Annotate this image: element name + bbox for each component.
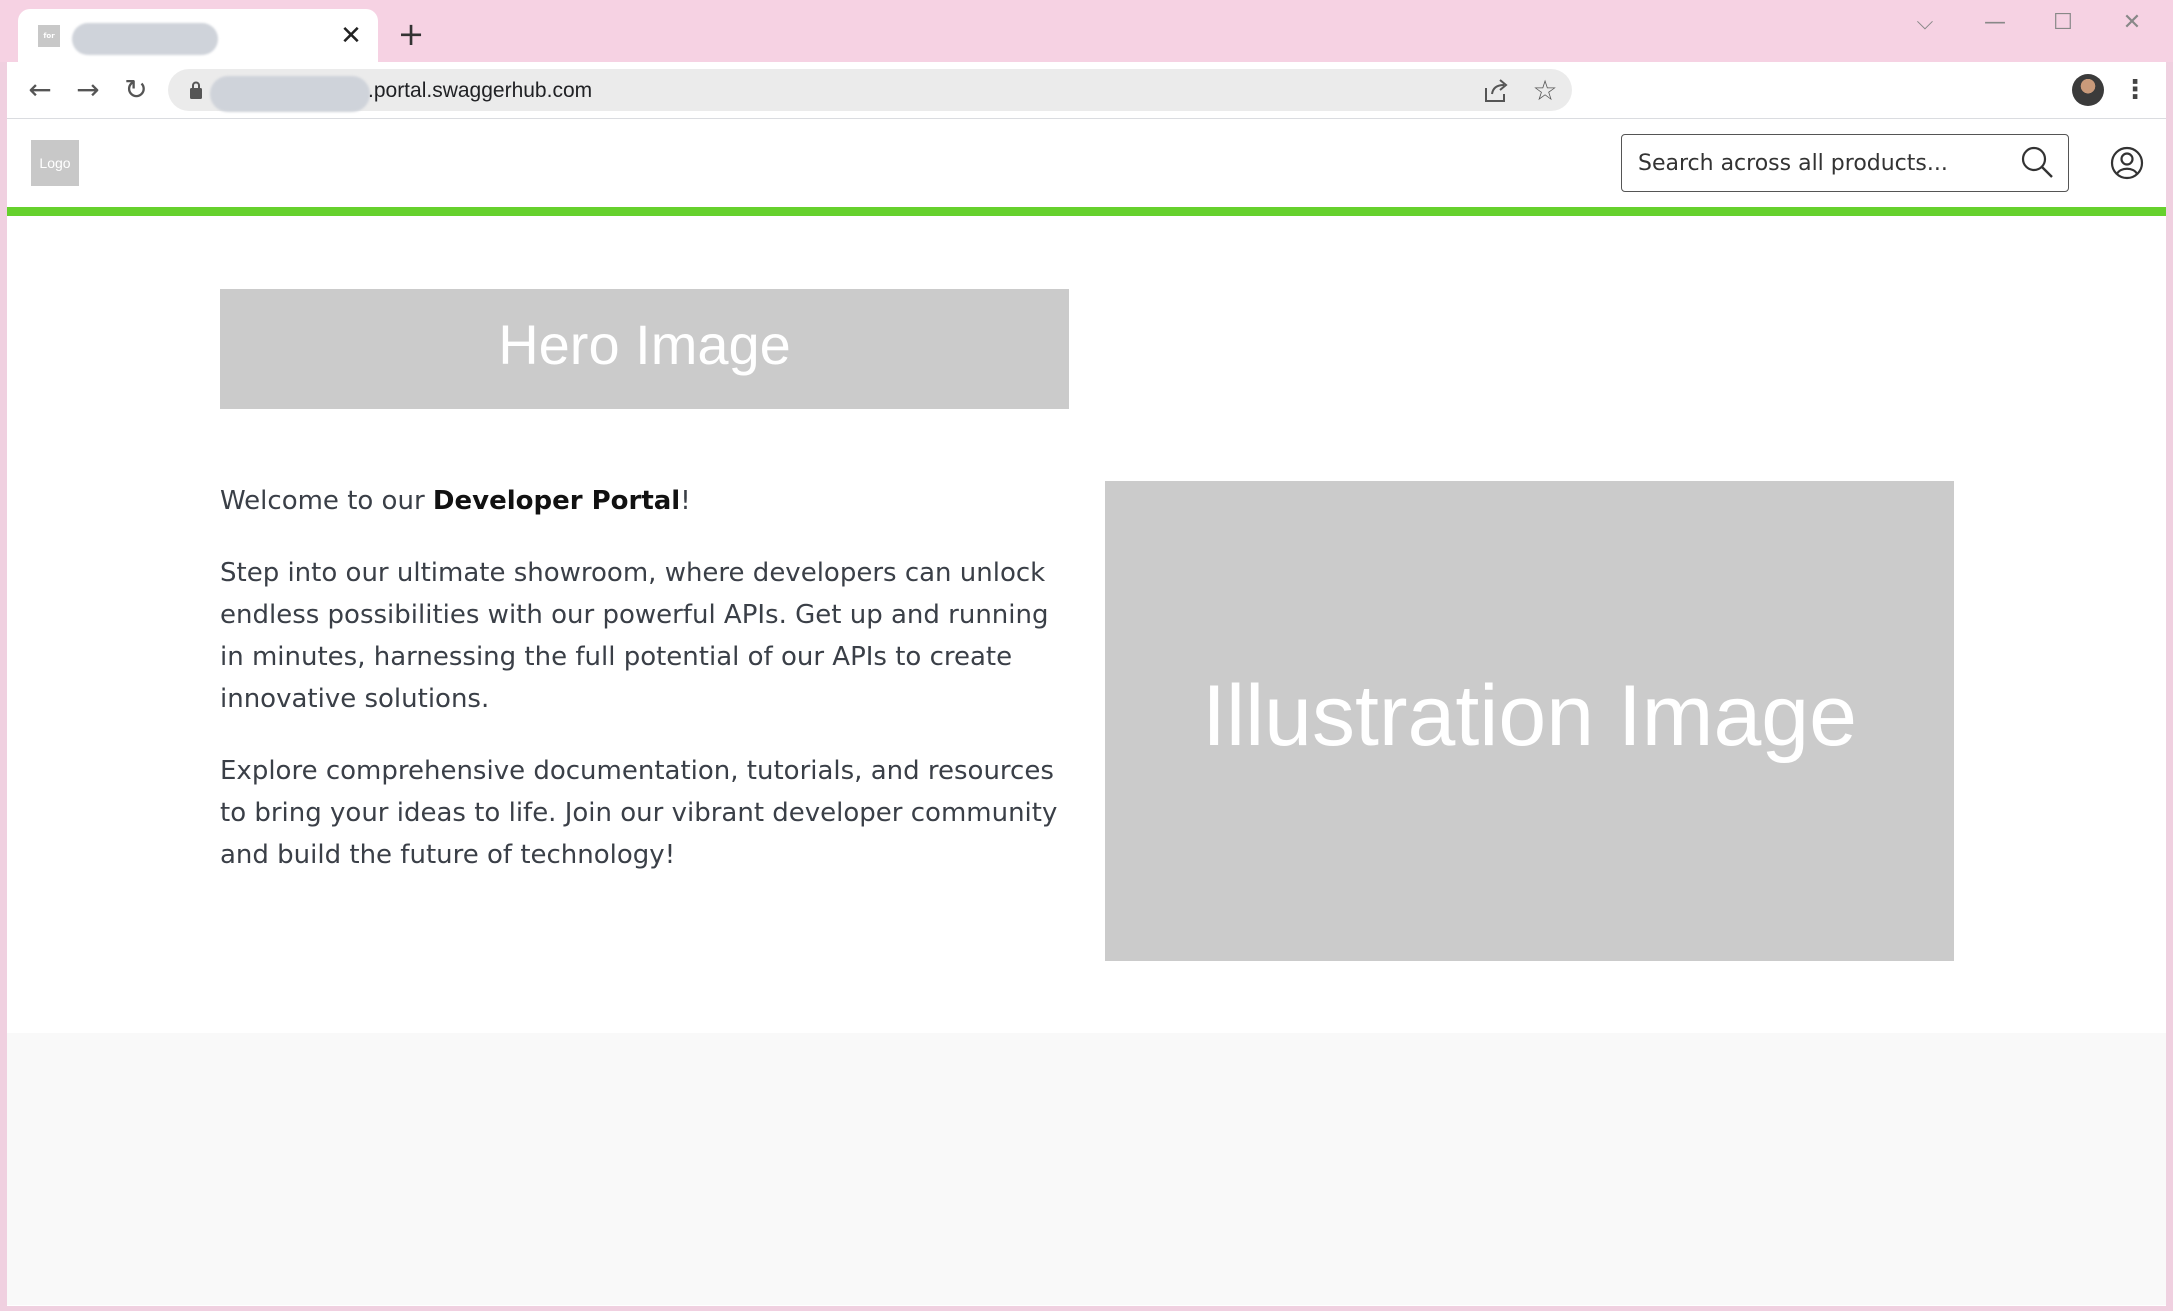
search-input[interactable] (1638, 146, 2008, 180)
intro-paragraph-1: Step into our ultimate showroom, where d… (220, 558, 1049, 714)
tab-close-icon[interactable]: ✕ (338, 23, 364, 49)
tab-favicon-icon: for (38, 25, 60, 47)
browser-tab[interactable]: for ✕ (18, 9, 378, 63)
profile-avatar[interactable] (2072, 74, 2104, 106)
bookmark-star-icon[interactable]: ☆ (1530, 76, 1560, 106)
illustration-image: Illustration Image (1105, 481, 1954, 961)
maximize-button[interactable]: ☐ (2043, 6, 2083, 40)
url-text[interactable]: .portal.swaggerhub.com (368, 77, 592, 105)
lock-icon (190, 81, 202, 99)
reload-button[interactable]: ↻ (118, 72, 154, 108)
forward-button[interactable]: → (70, 72, 106, 108)
minimize-button[interactable]: — (1975, 6, 2015, 40)
close-window-button[interactable]: ✕ (2112, 6, 2152, 40)
footer-area (7, 1033, 2166, 1305)
menu-dots-icon[interactable]: ⋮ (2122, 74, 2148, 106)
tab-title-redacted (72, 23, 218, 55)
header-accent-bar (7, 207, 2166, 216)
welcome-line: Welcome to our Developer Portal! (220, 486, 691, 516)
portal-name: Developer Portal (432, 486, 681, 516)
tab-search-dropdown-icon[interactable]: ⌵ (1905, 6, 1945, 40)
intro-paragraph-2: Explore comprehensive documentation, tut… (220, 756, 1058, 870)
site-logo[interactable]: Logo (31, 140, 79, 186)
intro-text: Welcome to our Developer Portal! Step in… (220, 480, 1070, 906)
back-button[interactable]: ← (22, 72, 58, 108)
url-redacted (210, 76, 370, 112)
search-icon[interactable] (2020, 145, 2054, 179)
share-icon[interactable] (1482, 78, 1510, 104)
account-icon[interactable] (2110, 146, 2144, 180)
hero-image: Hero Image (220, 289, 1069, 409)
new-tab-button[interactable]: + (395, 18, 427, 50)
